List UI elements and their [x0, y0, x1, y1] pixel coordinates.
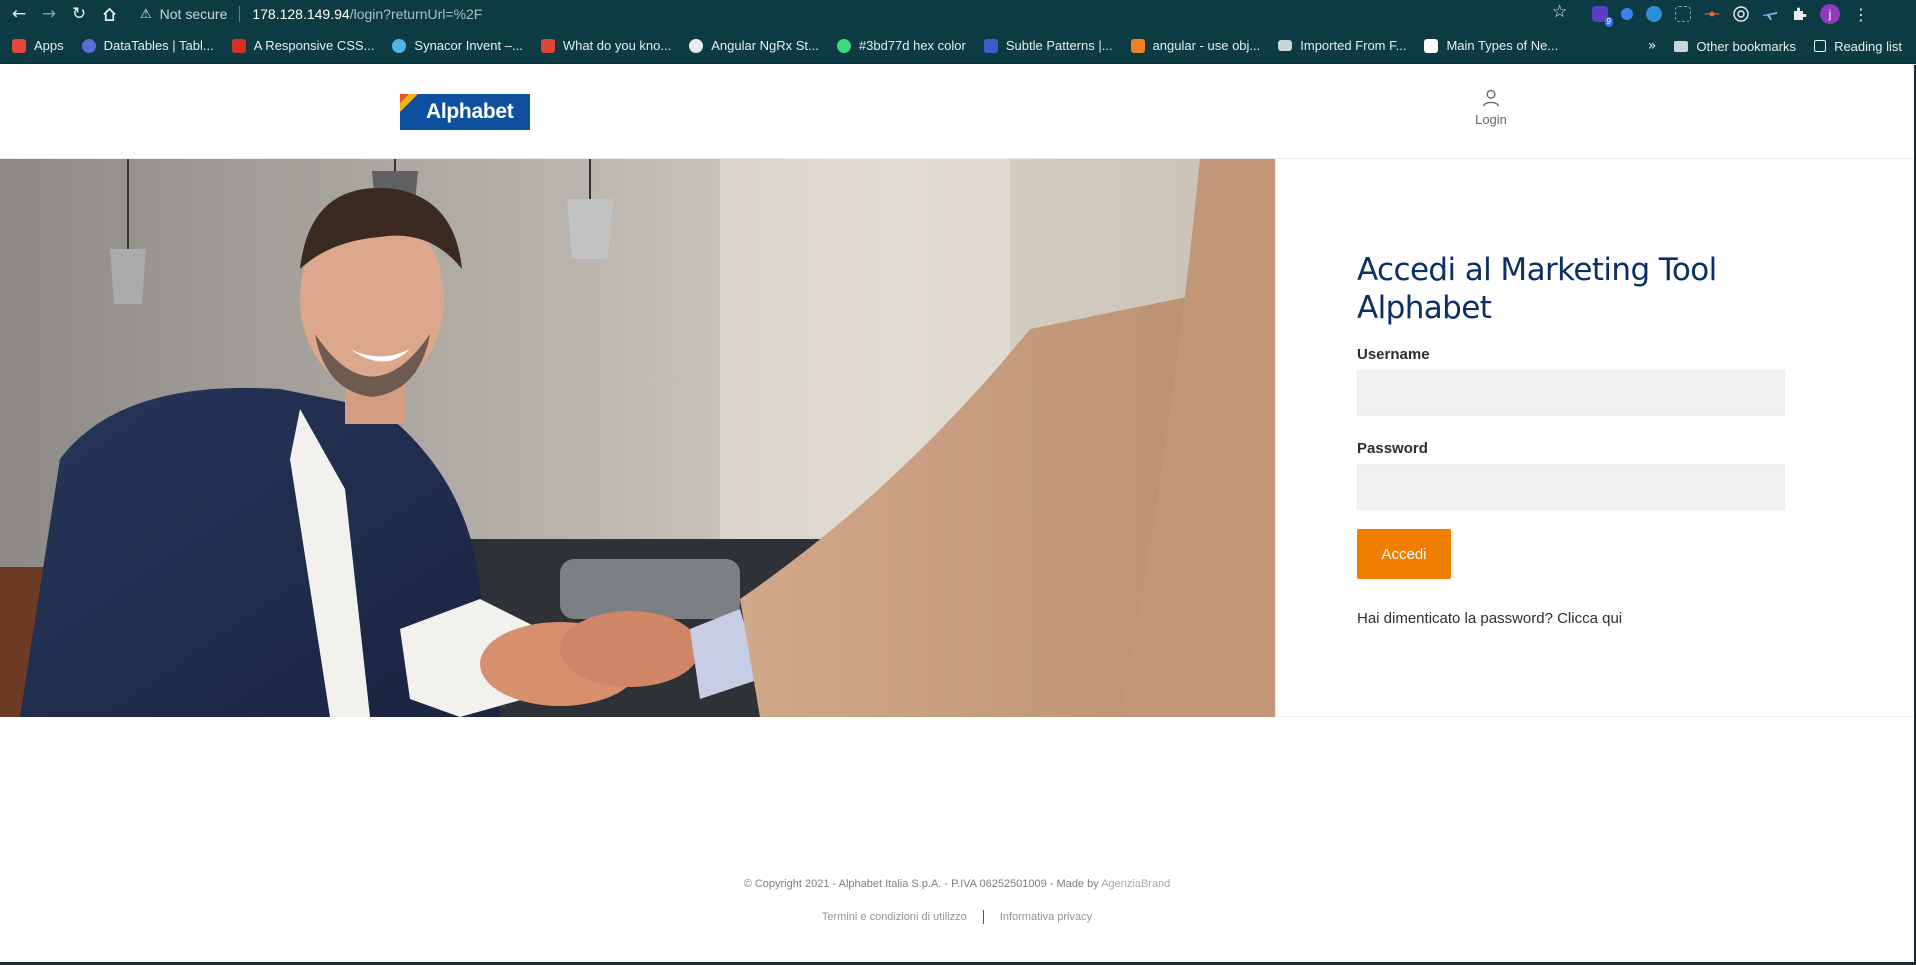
- password-input[interactable]: [1357, 464, 1785, 510]
- reading-list[interactable]: Reading list: [1814, 39, 1902, 54]
- bookmark-label: Apps: [34, 38, 64, 53]
- header-login-link[interactable]: Login: [1466, 87, 1516, 127]
- security-label: Not secure: [159, 6, 228, 22]
- folder-icon: [1674, 40, 1689, 52]
- ux-icon: [540, 38, 555, 53]
- bookmark-item[interactable]: Synacor Invent –...: [392, 38, 523, 53]
- username-label: Username: [1357, 346, 1430, 363]
- stackoverflow-icon: [1130, 38, 1145, 53]
- logo-text: Alphabet: [426, 100, 514, 123]
- globe-icon: [689, 38, 704, 53]
- header-login-label: Login: [1475, 112, 1507, 127]
- globe-extension-icon[interactable]: [1646, 6, 1662, 22]
- login-panel: Accedi al Marketing Tool Alphabet Userna…: [1275, 159, 1914, 717]
- alphabet-logo[interactable]: Alphabet: [400, 94, 530, 130]
- page: Alphabet Login Accedi al Marketing Tool …: [0, 65, 1916, 965]
- bookmark-item[interactable]: Imported From F...: [1278, 38, 1406, 53]
- bookmark-item[interactable]: Angular NgRx St...: [689, 38, 819, 53]
- footer-divider: [982, 910, 984, 924]
- bookmark-label: Synacor Invent –...: [414, 38, 523, 53]
- home-icon[interactable]: [94, 0, 124, 28]
- heart-icon: [231, 38, 246, 53]
- bookmarks-bar: Apps DataTables | Tabl... A Responsive CSS…: [0, 28, 1916, 64]
- profile-avatar[interactable]: j: [1820, 4, 1840, 24]
- bookmark-item[interactable]: DataTables | Tabl...: [81, 38, 214, 53]
- bookmark-item[interactable]: Subtle Patterns |...: [983, 38, 1113, 53]
- other-bookmarks-label: Other bookmarks: [1696, 38, 1797, 54]
- password-label: Password: [1357, 440, 1428, 457]
- address-divider: [239, 6, 241, 22]
- agency-link[interactable]: AgenziaBrand: [1101, 878, 1170, 890]
- bookmark-star-icon[interactable]: ☆: [1552, 2, 1567, 22]
- user-icon: [1482, 89, 1500, 107]
- synacor-icon: [392, 38, 407, 53]
- color-wheel-icon: [836, 38, 851, 53]
- reading-list-icon: [1814, 40, 1827, 52]
- bookmark-item[interactable]: angular - use obj...: [1130, 38, 1261, 53]
- url-host: 178.128.149.94: [252, 6, 350, 22]
- folder-icon: [1278, 40, 1293, 51]
- warning-triangle-icon: ⚠: [140, 6, 152, 22]
- bookmark-item[interactable]: #3bd77d hex color: [836, 38, 966, 53]
- bookmarks-right-group: » Other bookmarks Reading list: [1648, 28, 1902, 64]
- bookmark-item[interactable]: Main Types of Ne...: [1424, 38, 1558, 53]
- colorzilla-extension-icon[interactable]: [1675, 6, 1691, 22]
- reload-icon[interactable]: ↻: [64, 0, 94, 28]
- username-input[interactable]: [1357, 370, 1785, 416]
- apps-grid-icon: [12, 38, 26, 53]
- datatables-icon: [81, 38, 96, 53]
- cushion: [560, 559, 740, 619]
- subtle-patterns-icon: [983, 38, 998, 53]
- address-bar[interactable]: ⚠ Not secure 178.128.149.94/login?return…: [140, 1, 1580, 27]
- bookmark-label: Main Types of Ne...: [1446, 38, 1559, 53]
- forgot-password-link[interactable]: Hai dimenticato la password? Clicca qui: [1357, 610, 1622, 627]
- bookmark-label: Subtle Patterns |...: [1005, 38, 1113, 53]
- medium-icon: [1424, 38, 1439, 53]
- site-header: Alphabet Login: [0, 65, 1914, 159]
- bookmark-label: Imported From F...: [1300, 38, 1407, 53]
- bookmark-item[interactable]: What do you kno...: [540, 38, 672, 53]
- extension-badge-count: 9: [1604, 17, 1613, 27]
- browser-toolbar: ← → ↻ ⚠ Not secure 178.128.149.94/login?…: [0, 0, 1916, 28]
- bookmark-label: #3bd77d hex color: [858, 38, 966, 53]
- bookmark-item[interactable]: A Responsive CSS...: [231, 38, 375, 53]
- privacy-link[interactable]: Informativa privacy: [1000, 911, 1092, 923]
- bookmark-label: angular - use obj...: [1152, 38, 1261, 53]
- target-extension-icon[interactable]: [1733, 6, 1749, 22]
- back-arrow-icon[interactable]: ←: [4, 0, 34, 28]
- bookmark-label: Angular NgRx St...: [711, 38, 819, 53]
- checkmark-extension-icon[interactable]: [1621, 8, 1633, 20]
- browser-menu-icon[interactable]: ⋮: [1853, 5, 1869, 24]
- hero-illustration: [0, 159, 1275, 717]
- logo-corner-mark-inner: [400, 94, 409, 103]
- bookmark-label: DataTables | Tabl...: [103, 38, 214, 53]
- network-extension-icon[interactable]: [1704, 6, 1720, 22]
- bookmark-item[interactable]: Apps: [12, 38, 64, 53]
- terms-link[interactable]: Termini e condizioni di utilizzo: [822, 911, 967, 923]
- bookmark-label: What do you kno...: [562, 38, 672, 53]
- extension-badge-icon[interactable]: 9: [1592, 6, 1613, 27]
- puzzle-extensions-icon[interactable]: [1791, 6, 1807, 22]
- reading-list-label: Reading list: [1834, 38, 1902, 54]
- footer-links: Termini e condizioni di utilizzo Informa…: [0, 910, 1914, 924]
- url-path: /login?returnUrl=%2F: [349, 6, 483, 22]
- bookmark-label: A Responsive CSS...: [253, 38, 375, 53]
- more-bookmarks-chevron-icon[interactable]: »: [1648, 38, 1657, 54]
- forward-arrow-icon[interactable]: →: [34, 0, 64, 28]
- login-title: Accedi al Marketing Tool Alphabet: [1357, 252, 1717, 326]
- extensions-area: 9 j ⋮: [1592, 2, 1869, 27]
- other-bookmarks[interactable]: Other bookmarks: [1674, 39, 1796, 54]
- copyright-text: © Copyright 2021 - Alphabet Italia S.p.A…: [743, 878, 1099, 890]
- hero-handshake-image: [0, 159, 1275, 717]
- login-submit-button[interactable]: Accedi: [1357, 529, 1451, 579]
- footer-copyright: © Copyright 2021 - Alphabet Italia S.p.A…: [0, 878, 1914, 890]
- plane-extension-icon[interactable]: [1762, 6, 1778, 22]
